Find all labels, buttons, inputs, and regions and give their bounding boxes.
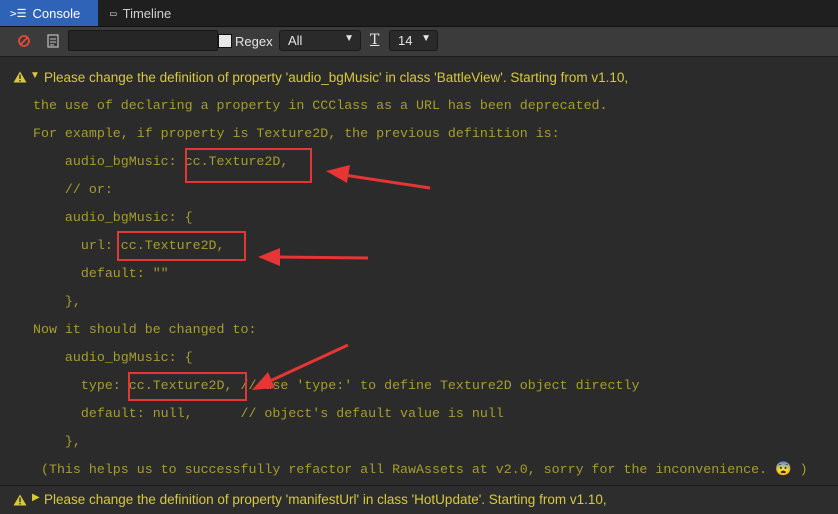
- tab-bar: >☰ Console ▭ Timeline: [0, 0, 838, 27]
- expand-triangle-icon[interactable]: ▶: [32, 492, 40, 503]
- font-size-icon: T: [370, 32, 380, 48]
- chevron-down-icon: ▼: [344, 33, 354, 44]
- font-size-value: 14: [398, 33, 413, 48]
- log-entry-header[interactable]: Please change the definition of property…: [44, 492, 607, 507]
- warning-icon: [13, 494, 27, 506]
- tab-console-label: Console: [32, 5, 81, 21]
- log-entry-collapsed[interactable]: ▶ Please change the definition of proper…: [0, 486, 838, 514]
- regex-checkbox[interactable]: [218, 34, 232, 48]
- toolbar: Regex All ▼ T 14 ▼: [0, 27, 838, 57]
- tab-timeline[interactable]: ▭ Timeline: [100, 0, 196, 26]
- console-output: ▼ Please change the definition of proper…: [0, 57, 838, 514]
- log-level-select[interactable]: All ▼: [279, 30, 361, 51]
- clear-icon[interactable]: [17, 34, 31, 48]
- console-icon: >☰: [10, 6, 27, 20]
- tab-timeline-label: Timeline: [122, 5, 172, 21]
- search-input[interactable]: [68, 30, 218, 51]
- timeline-icon: ▭: [110, 6, 117, 20]
- font-size-select[interactable]: 14 ▼: [389, 30, 438, 51]
- tab-console[interactable]: >☰ Console: [0, 0, 98, 26]
- regex-label: Regex: [235, 34, 273, 49]
- chevron-down-icon: ▼: [421, 33, 431, 44]
- annotation-arrows: [252, 165, 431, 390]
- file-icon[interactable]: [47, 34, 59, 48]
- log-level-value: All: [288, 33, 303, 48]
